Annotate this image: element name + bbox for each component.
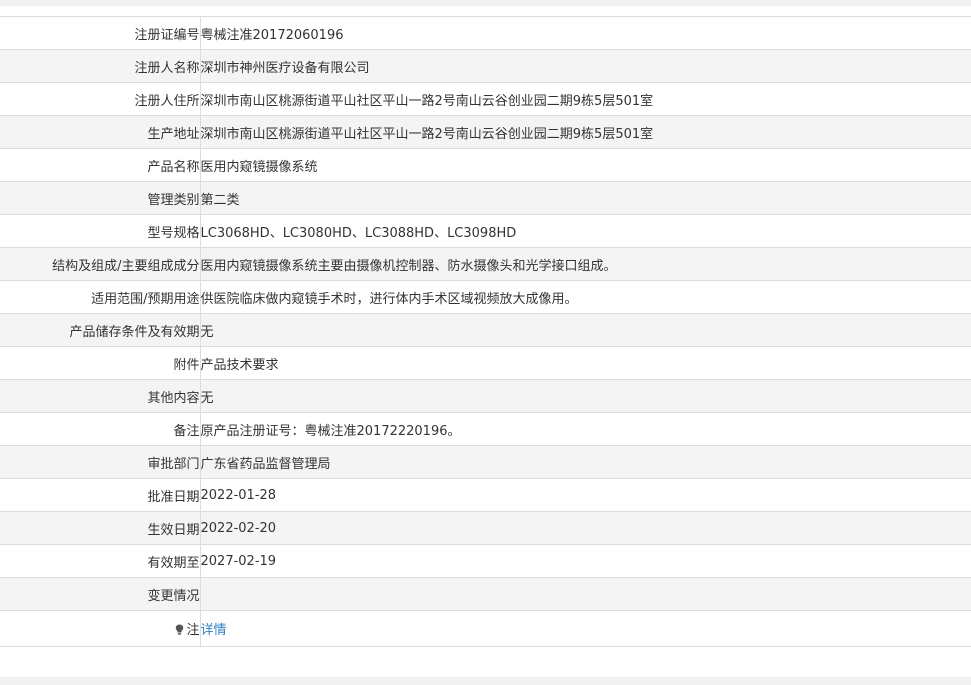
- details-link[interactable]: 详情: [201, 623, 227, 638]
- table-row: 型号规格 LC3068HD、LC3080HD、LC3088HD、LC3098HD: [0, 214, 971, 248]
- field-value-attachment: 产品技术要求: [200, 346, 971, 380]
- table-row: 生效日期 2022-02-20: [0, 511, 971, 545]
- field-value-change-history: [200, 577, 971, 611]
- table-row: 变更情况: [0, 577, 971, 611]
- field-label-approval-department: 审批部门: [0, 445, 201, 479]
- table-row: 结构及组成/主要组成成分 医用内窥镜摄像系统主要由摄像机控制器、防水摄像头和光学…: [0, 247, 971, 281]
- field-value-production-address: 深圳市南山区桃源街道平山社区平山一路2号南山云谷创业园二期9栋5层501室: [200, 115, 971, 149]
- note-label: 注: [186, 623, 200, 638]
- table-row: 产品储存条件及有效期 无: [0, 313, 971, 347]
- field-value-effective-date: 2022-02-20: [200, 511, 971, 545]
- field-value-product-name: 医用内窥镜摄像系统: [200, 148, 971, 182]
- field-label-effective-date: 生效日期: [0, 511, 201, 545]
- field-label-valid-until: 有效期至: [0, 544, 201, 578]
- field-value-remarks: 原产品注册证号：粤械注准20172220196。: [200, 412, 971, 446]
- field-value-management-category: 第二类: [200, 181, 971, 215]
- table-row: 注册证编号 粤械注准20172060196: [0, 16, 971, 50]
- table-row: 其他内容 无: [0, 379, 971, 413]
- top-divider: [0, 0, 971, 6]
- field-label-model-spec: 型号规格: [0, 214, 201, 248]
- field-value-approval-date: 2022-01-28: [200, 478, 971, 512]
- field-label-attachment: 附件: [0, 346, 201, 380]
- field-value-model-spec: LC3068HD、LC3080HD、LC3088HD、LC3098HD: [200, 214, 971, 248]
- table-row: 产品名称 医用内窥镜摄像系统: [0, 148, 971, 182]
- field-value-registrant-address: 深圳市南山区桃源街道平山社区平山一路2号南山云谷创业园二期9栋5层501室: [200, 82, 971, 116]
- field-label-registrant-name: 注册人名称: [0, 49, 201, 83]
- table-row: 适用范围/预期用途 供医院临床做内窥镜手术时，进行体内手术区域视频放大成像用。: [0, 280, 971, 314]
- table-row: 备注 原产品注册证号：粤械注准20172220196。: [0, 412, 971, 446]
- field-label-registration-number: 注册证编号: [0, 16, 201, 50]
- field-label-management-category: 管理类别: [0, 181, 201, 215]
- field-value-other-content: 无: [200, 379, 971, 413]
- table-row: 管理类别 第二类: [0, 181, 971, 215]
- registration-detail-table: 注册证编号 粤械注准20172060196 注册人名称 深圳市神州医疗设备有限公…: [0, 16, 971, 647]
- field-value-registrant-name: 深圳市神州医疗设备有限公司: [200, 49, 971, 83]
- table-row: 有效期至 2027-02-19: [0, 544, 971, 578]
- registration-detail-page: 注册证编号 粤械注准20172060196 注册人名称 深圳市神州医疗设备有限公…: [0, 0, 971, 685]
- field-label-note: 注: [0, 610, 201, 647]
- bottom-divider: [0, 677, 971, 685]
- table-row: 注册人住所 深圳市南山区桃源街道平山社区平山一路2号南山云谷创业园二期9栋5层5…: [0, 82, 971, 116]
- field-label-product-name: 产品名称: [0, 148, 201, 182]
- field-value-storage-validity: 无: [200, 313, 971, 347]
- table-row: 审批部门 广东省药品监督管理局: [0, 445, 971, 479]
- field-label-intended-use: 适用范围/预期用途: [0, 280, 201, 314]
- field-label-registrant-address: 注册人住所: [0, 82, 201, 116]
- field-label-change-history: 变更情况: [0, 577, 201, 611]
- field-label-remarks: 备注: [0, 412, 201, 446]
- table-row: 批准日期 2022-01-28: [0, 478, 971, 512]
- field-value-intended-use: 供医院临床做内窥镜手术时，进行体内手术区域视频放大成像用。: [200, 280, 971, 314]
- table-row: 生产地址 深圳市南山区桃源街道平山社区平山一路2号南山云谷创业园二期9栋5层50…: [0, 115, 971, 149]
- table-row: 注册人名称 深圳市神州医疗设备有限公司: [0, 49, 971, 83]
- field-label-storage-validity: 产品储存条件及有效期: [0, 313, 201, 347]
- field-label-structure-composition: 结构及组成/主要组成成分: [0, 247, 201, 281]
- field-label-other-content: 其他内容: [0, 379, 201, 413]
- field-value-approval-department: 广东省药品监督管理局: [200, 445, 971, 479]
- field-value-note: 详情: [200, 610, 971, 647]
- field-value-structure-composition: 医用内窥镜摄像系统主要由摄像机控制器、防水摄像头和光学接口组成。: [200, 247, 971, 281]
- field-value-valid-until: 2027-02-19: [200, 544, 971, 578]
- table-row-note: 注 详情: [0, 610, 971, 647]
- lightbulb-icon: [176, 624, 184, 635]
- field-value-registration-number: 粤械注准20172060196: [200, 16, 971, 50]
- table-row: 附件 产品技术要求: [0, 346, 971, 380]
- field-label-approval-date: 批准日期: [0, 478, 201, 512]
- field-label-production-address: 生产地址: [0, 115, 201, 149]
